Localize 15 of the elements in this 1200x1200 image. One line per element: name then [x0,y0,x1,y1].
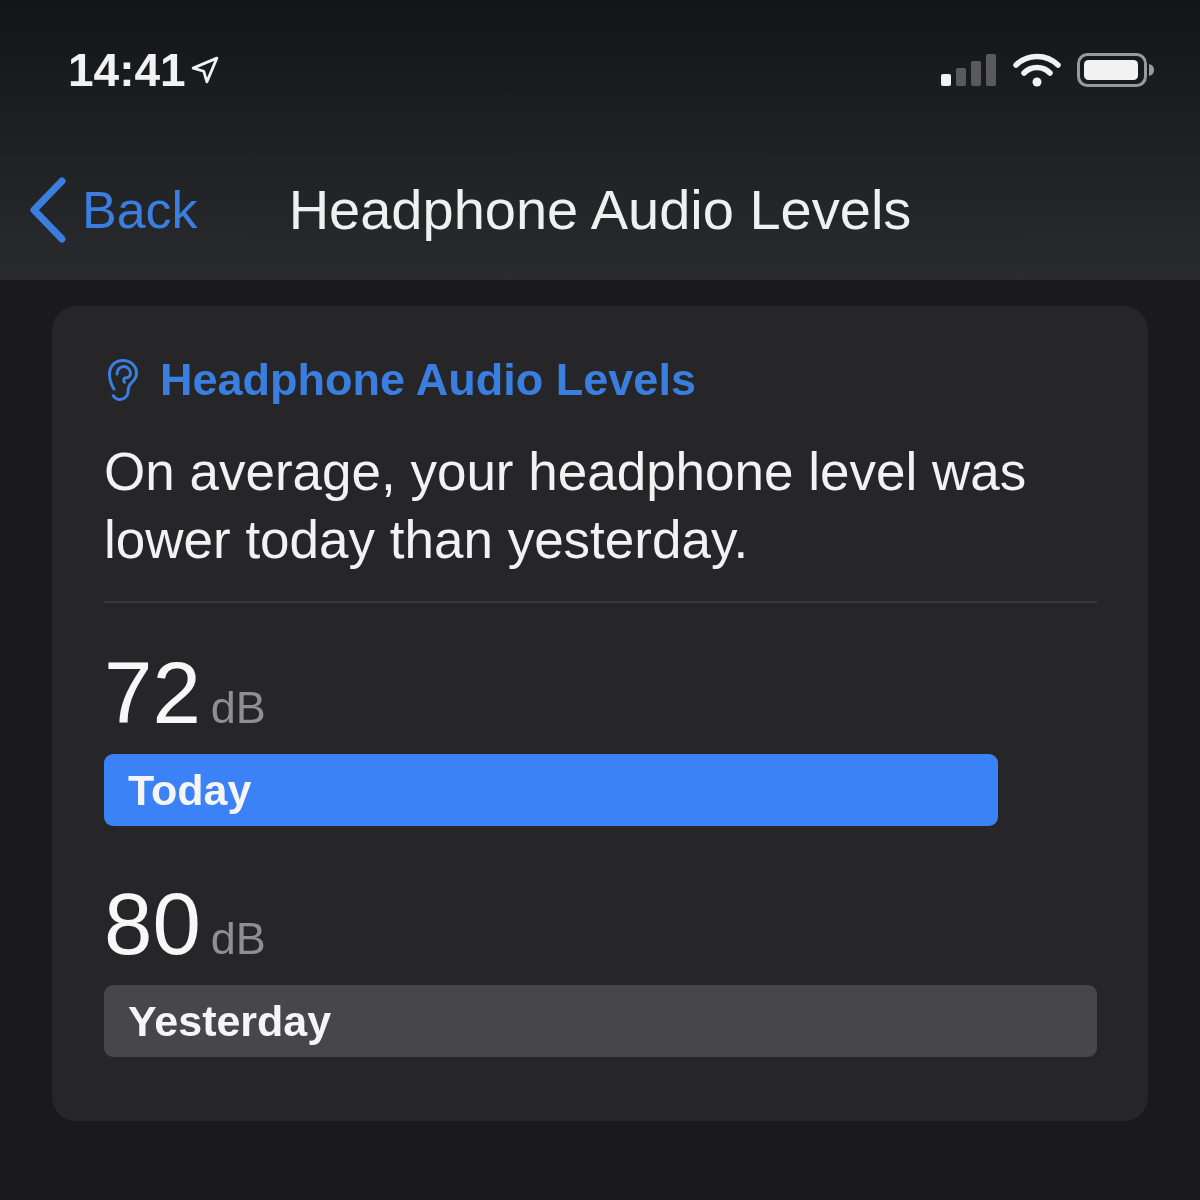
unit-text: dB [210,916,266,961]
wifi-icon [1013,53,1061,87]
battery-icon [1077,53,1155,87]
back-button[interactable]: Back [0,177,198,243]
status-time: 14:41 [68,47,186,93]
level-value: 72 [104,649,201,736]
summary-text: On average, your headphone level was lower today than yesterday. [104,441,1028,571]
card-header: Headphone Audio Levels [160,354,696,406]
level-value: 80 [104,880,201,967]
location-arrow-icon [189,55,220,85]
bar-label: Today [128,768,252,812]
bar-label: Yesterday [128,999,332,1043]
signal-icon [941,54,997,86]
back-chevron-icon [28,177,68,243]
unit-text: dB [210,685,266,730]
